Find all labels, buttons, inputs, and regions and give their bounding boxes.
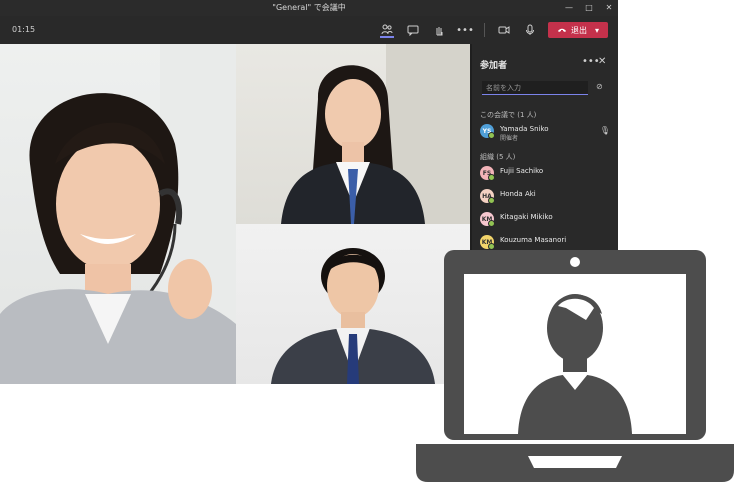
status-available-icon: [488, 197, 495, 204]
participant-name: Kouzuma Masanori: [500, 236, 567, 244]
participants-panel: 参加者 ••• ✕ 名前を入力 ⊘ この会議で (1 人) YS Yamada …: [472, 44, 618, 250]
participants-panel-title: 参加者: [480, 61, 508, 71]
video-tile-main: [0, 44, 236, 384]
in-meeting-header: この会議で (1 人): [480, 111, 537, 119]
organization-header: 組織 (5 人): [480, 153, 516, 161]
panel-close-icon[interactable]: ✕: [598, 56, 606, 67]
minimize-icon[interactable]: —: [564, 0, 574, 16]
participant-name: Honda Aki: [500, 190, 536, 198]
avatar: YS: [480, 124, 495, 139]
avatar: KM: [480, 235, 495, 250]
participant-name: Yamada Sniko: [500, 125, 549, 133]
status-available-icon: [488, 132, 495, 139]
window-title: "General" で会議中: [272, 3, 346, 12]
phone-hangup-icon: [557, 26, 567, 35]
more-icon[interactable]: •••: [456, 23, 474, 37]
toolbar-divider: [484, 23, 485, 37]
status-available-icon: [488, 174, 495, 181]
laptop-icon: [416, 250, 734, 482]
participant-role: 開催者: [500, 135, 519, 142]
toolbar-controls: •••: [380, 22, 563, 38]
laptop-user-illustration: [416, 248, 734, 494]
status-available-icon: [488, 220, 495, 227]
participant-video-woman-suit: [281, 44, 470, 224]
participant-name: Fujii Sachiko: [500, 167, 544, 175]
maximize-icon[interactable]: □: [584, 0, 594, 16]
chat-icon[interactable]: [406, 23, 420, 37]
raise-hand-icon[interactable]: [432, 23, 446, 37]
leave-label: 退出: [570, 25, 587, 35]
participant-row[interactable]: FS Fujii Sachiko: [480, 164, 614, 182]
video-tile-top-right: [236, 44, 470, 224]
avatar: KM: [480, 212, 495, 227]
participant-video-woman-headset: [0, 44, 236, 384]
mic-icon[interactable]: [523, 23, 537, 37]
participant-row[interactable]: HA Honda Aki: [480, 187, 614, 205]
avatar: FS: [480, 166, 495, 181]
avatar: HA: [480, 189, 495, 204]
window-controls: — □ ✕: [564, 0, 614, 16]
camera-icon[interactable]: [497, 23, 511, 37]
participant-search-input[interactable]: 名前を入力: [482, 81, 588, 95]
close-icon[interactable]: ✕: [604, 0, 614, 16]
participant-row[interactable]: YS Yamada Sniko 開催者 🎙: [480, 122, 614, 142]
meeting-timer: 01:15: [12, 25, 36, 34]
leave-button[interactable]: 退出 ▾: [548, 22, 608, 38]
participants-icon[interactable]: [380, 22, 394, 38]
participant-row[interactable]: KM Kitagaki Mikiko: [480, 210, 614, 228]
share-invite-icon[interactable]: ⊘: [596, 82, 603, 91]
participant-name: Kitagaki Mikiko: [500, 213, 553, 221]
chevron-down-icon[interactable]: ▾: [595, 26, 599, 35]
meeting-toolbar: 01:15 •••: [0, 16, 618, 44]
title-bar: "General" で会議中 — □ ✕: [0, 0, 618, 16]
mic-icon: 🎙: [599, 126, 610, 135]
